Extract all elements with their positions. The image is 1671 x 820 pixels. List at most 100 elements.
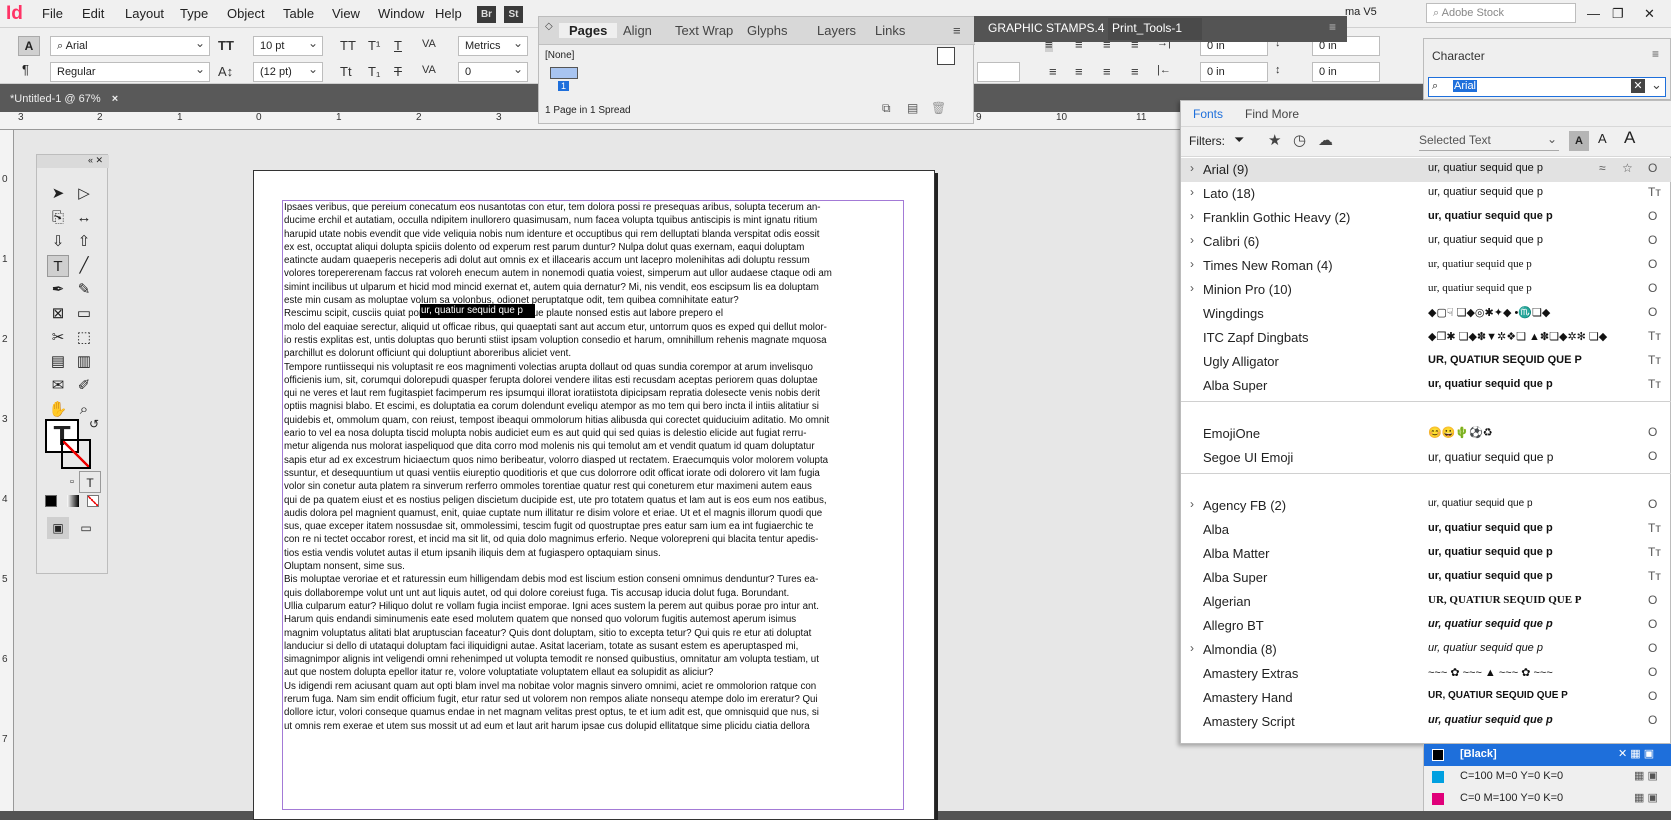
similar-fonts-icon[interactable]: ≈ (1599, 161, 1606, 175)
panel-menu-icon[interactable]: ≡ (953, 23, 961, 38)
apply-color-icon[interactable] (45, 495, 57, 507)
scissors-tool-icon[interactable]: ✂ (47, 327, 69, 349)
strikethrough-icon[interactable]: T (394, 64, 402, 79)
font-row-alba-super-2[interactable]: Alba Super ur, quatiur sequid que p Tт (1181, 566, 1671, 590)
justify-right-icon[interactable]: ≡ (1075, 64, 1083, 79)
filter-icon[interactable]: ⏷ (1234, 132, 1244, 148)
menu-file[interactable]: File (42, 6, 63, 21)
close-icon[interactable]: ✕ (1644, 6, 1655, 22)
font-row-wingdings[interactable]: Wingdings ◆▢☟ ❏◆◎✱✦◆ •♏❏◆ O (1181, 302, 1671, 326)
swatch-row[interactable]: [Black] ✕ ▦ ▣ (1424, 744, 1671, 766)
master-page-thumbnail[interactable] (937, 47, 955, 65)
superscript-icon[interactable]: T¹ (368, 38, 380, 53)
sample-size-medium[interactable]: A (1598, 131, 1607, 146)
stock-button[interactable]: St (504, 6, 523, 23)
font-row-amastery-extras[interactable]: Amastery Extras ~~~ ✿ ~~~ ▲ ~~~ ✿ ~~~ O (1181, 662, 1671, 686)
tab-print-tools[interactable]: Print_Tools-1 (1108, 18, 1202, 40)
panel-menu-icon[interactable]: ≡ (1652, 47, 1659, 61)
subscript-icon[interactable]: T₁ (368, 64, 380, 79)
font-row-arial[interactable]: › Arial (9) ur, quatiur sequid que p ≈ ☆ O (1181, 158, 1671, 182)
adobe-stock-search[interactable]: ⌕ Adobe Stock (1426, 3, 1576, 23)
maximize-icon[interactable]: ❐ (1612, 6, 1624, 22)
sample-text-select[interactable]: Selected Text ⌄ (1419, 132, 1559, 151)
tab-links[interactable]: Links (875, 23, 905, 38)
tab-align[interactable]: Align (623, 23, 652, 38)
gradient-feather-tool-icon[interactable]: ▥ (73, 351, 95, 373)
tab-glyphs[interactable]: Glyphs (747, 23, 787, 38)
direct-selection-tool-icon[interactable]: ▷ (73, 183, 95, 205)
screen-mode-icon[interactable]: ▭ (75, 517, 97, 539)
master-none-label[interactable]: [None] (545, 50, 574, 61)
eyedropper-tool-icon[interactable]: ✐ (73, 375, 95, 397)
tools-panel-header[interactable]: « ✕ (37, 155, 109, 168)
font-row-emojione[interactable]: EmojiOne 😊😀🌵⚽♻ O (1181, 422, 1671, 446)
body-text[interactable]: Ipsaes veribus, que pereium conecatum eo… (284, 201, 903, 733)
space-after-field[interactable]: 0 in (1312, 62, 1380, 82)
swap-fill-stroke-icon[interactable]: ↺ (83, 413, 105, 435)
menu-type[interactable]: Type (180, 6, 208, 21)
collapse-icon[interactable]: ◇ (545, 21, 553, 32)
tab-layers[interactable]: Layers (817, 23, 856, 38)
line-tool-icon[interactable]: ╱ (73, 255, 95, 277)
baseline-field[interactable] (977, 62, 1020, 82)
font-row-amastery-script[interactable]: Amastery Script ur, quatiur sequid que p O (1181, 710, 1671, 734)
tab-pages[interactable]: Pages (559, 23, 618, 38)
font-row-algerian[interactable]: Algerian UR, QUATIUR SEQUID QUE P O (1181, 590, 1671, 614)
apply-none-icon[interactable] (87, 495, 99, 507)
font-search-field[interactable]: ⌕ Arial ✕ ⌄ (1428, 77, 1666, 97)
selected-text[interactable]: ur, quatiur sequid que p (421, 304, 523, 317)
font-row-calibri[interactable]: › Calibri (6) ur, quatiur sequid que p O (1181, 230, 1671, 254)
pencil-tool-icon[interactable]: ✎ (73, 279, 95, 301)
bridge-button[interactable]: Br (477, 6, 496, 23)
menu-edit[interactable]: Edit (82, 6, 104, 21)
small-caps-icon[interactable]: Tt (340, 64, 352, 79)
kerning-field[interactable]: Metrics (458, 34, 528, 56)
page-size-icon[interactable]: ⧉ (882, 101, 891, 116)
gap-tool-icon[interactable]: ↔ (73, 207, 95, 229)
page-thumbnail[interactable] (550, 67, 578, 79)
content-placer-icon[interactable]: ⇧ (73, 231, 95, 253)
workspace-switcher[interactable]: ma V5 (1345, 6, 1377, 18)
text-frame[interactable]: Ipsaes veribus, que pereium conecatum eo… (282, 200, 904, 810)
character-mode-icon[interactable]: A (18, 36, 40, 56)
favorite-star-icon[interactable]: ☆ (1622, 161, 1633, 175)
type-tool-icon[interactable]: T (47, 255, 69, 277)
right-indent-field[interactable]: 0 in (1200, 62, 1268, 82)
font-size-field[interactable]: 10 pt (253, 34, 323, 56)
page-tool-icon[interactable]: ⎘ (47, 207, 69, 229)
rectangle-tool-icon[interactable]: ▭ (73, 303, 95, 325)
tab-fonts[interactable]: Fonts (1193, 107, 1223, 121)
swatch-row[interactable]: C=0 M=100 Y=0 K=0 ▦ ▣ (1424, 788, 1671, 810)
align-spine-icon[interactable]: ≡ (1131, 64, 1139, 79)
content-collector-icon[interactable]: ⇩ (47, 231, 69, 253)
font-row-amastery-hand[interactable]: Amastery Hand UR, QUATIUR SEQUID QUE P O (1181, 686, 1671, 710)
chevron-down-icon[interactable]: ⌄ (1651, 77, 1662, 93)
font-row-almondia[interactable]: › Almondia (8) ur, quatiur sequid que p O (1181, 638, 1671, 662)
leading-field[interactable]: (12 pt) (253, 60, 323, 82)
font-style-field[interactable]: Regular (50, 60, 210, 82)
chevron-right-icon[interactable]: › (1190, 185, 1194, 199)
underline-icon[interactable]: T (394, 38, 402, 53)
menu-table[interactable]: Table (283, 6, 314, 21)
selection-tool-icon[interactable]: ➤ (47, 183, 69, 205)
font-row-segoe-ui-emoji[interactable]: Segoe UI Emoji ur, quatiur sequid que p O (1181, 446, 1671, 470)
justify-center-icon[interactable]: ≡ (1049, 64, 1057, 79)
close-tab-icon[interactable]: × (112, 93, 118, 105)
font-row-itc-zapf-dingbats[interactable]: ITC Zapf Dingbats ◆❐✱ ❏◆✽▼✲❖❏ ▲✽❏◆✲✻ ❏◆ Tт (1181, 326, 1671, 350)
menu-view[interactable]: View (332, 6, 360, 21)
chevron-right-icon[interactable]: › (1190, 257, 1194, 271)
font-row-alba[interactable]: Alba ur, quatiur sequid que p Tт (1181, 518, 1671, 542)
rectangle-frame-tool-icon[interactable]: ⊠ (47, 303, 69, 325)
font-row-lato[interactable]: › Lato (18) ur, quatiur sequid que p Tт (1181, 182, 1671, 206)
tab-text-wrap[interactable]: Text Wrap (675, 23, 733, 38)
minimize-icon[interactable]: — (1587, 6, 1600, 21)
font-row-times-new-roman[interactable]: › Times New Roman (4) ur, quatiur sequid q… (1181, 254, 1671, 278)
apply-gradient-icon[interactable] (67, 495, 79, 507)
chevron-right-icon[interactable]: › (1190, 497, 1194, 511)
clock-icon[interactable]: ◷ (1293, 131, 1306, 149)
all-caps-icon[interactable]: TT (340, 38, 356, 53)
free-transform-tool-icon[interactable]: ⬚ (73, 327, 95, 349)
sample-size-small[interactable]: A (1569, 131, 1589, 151)
delete-page-icon[interactable]: 🗑 (931, 101, 946, 115)
cloud-icon[interactable]: ☁ (1318, 131, 1333, 149)
